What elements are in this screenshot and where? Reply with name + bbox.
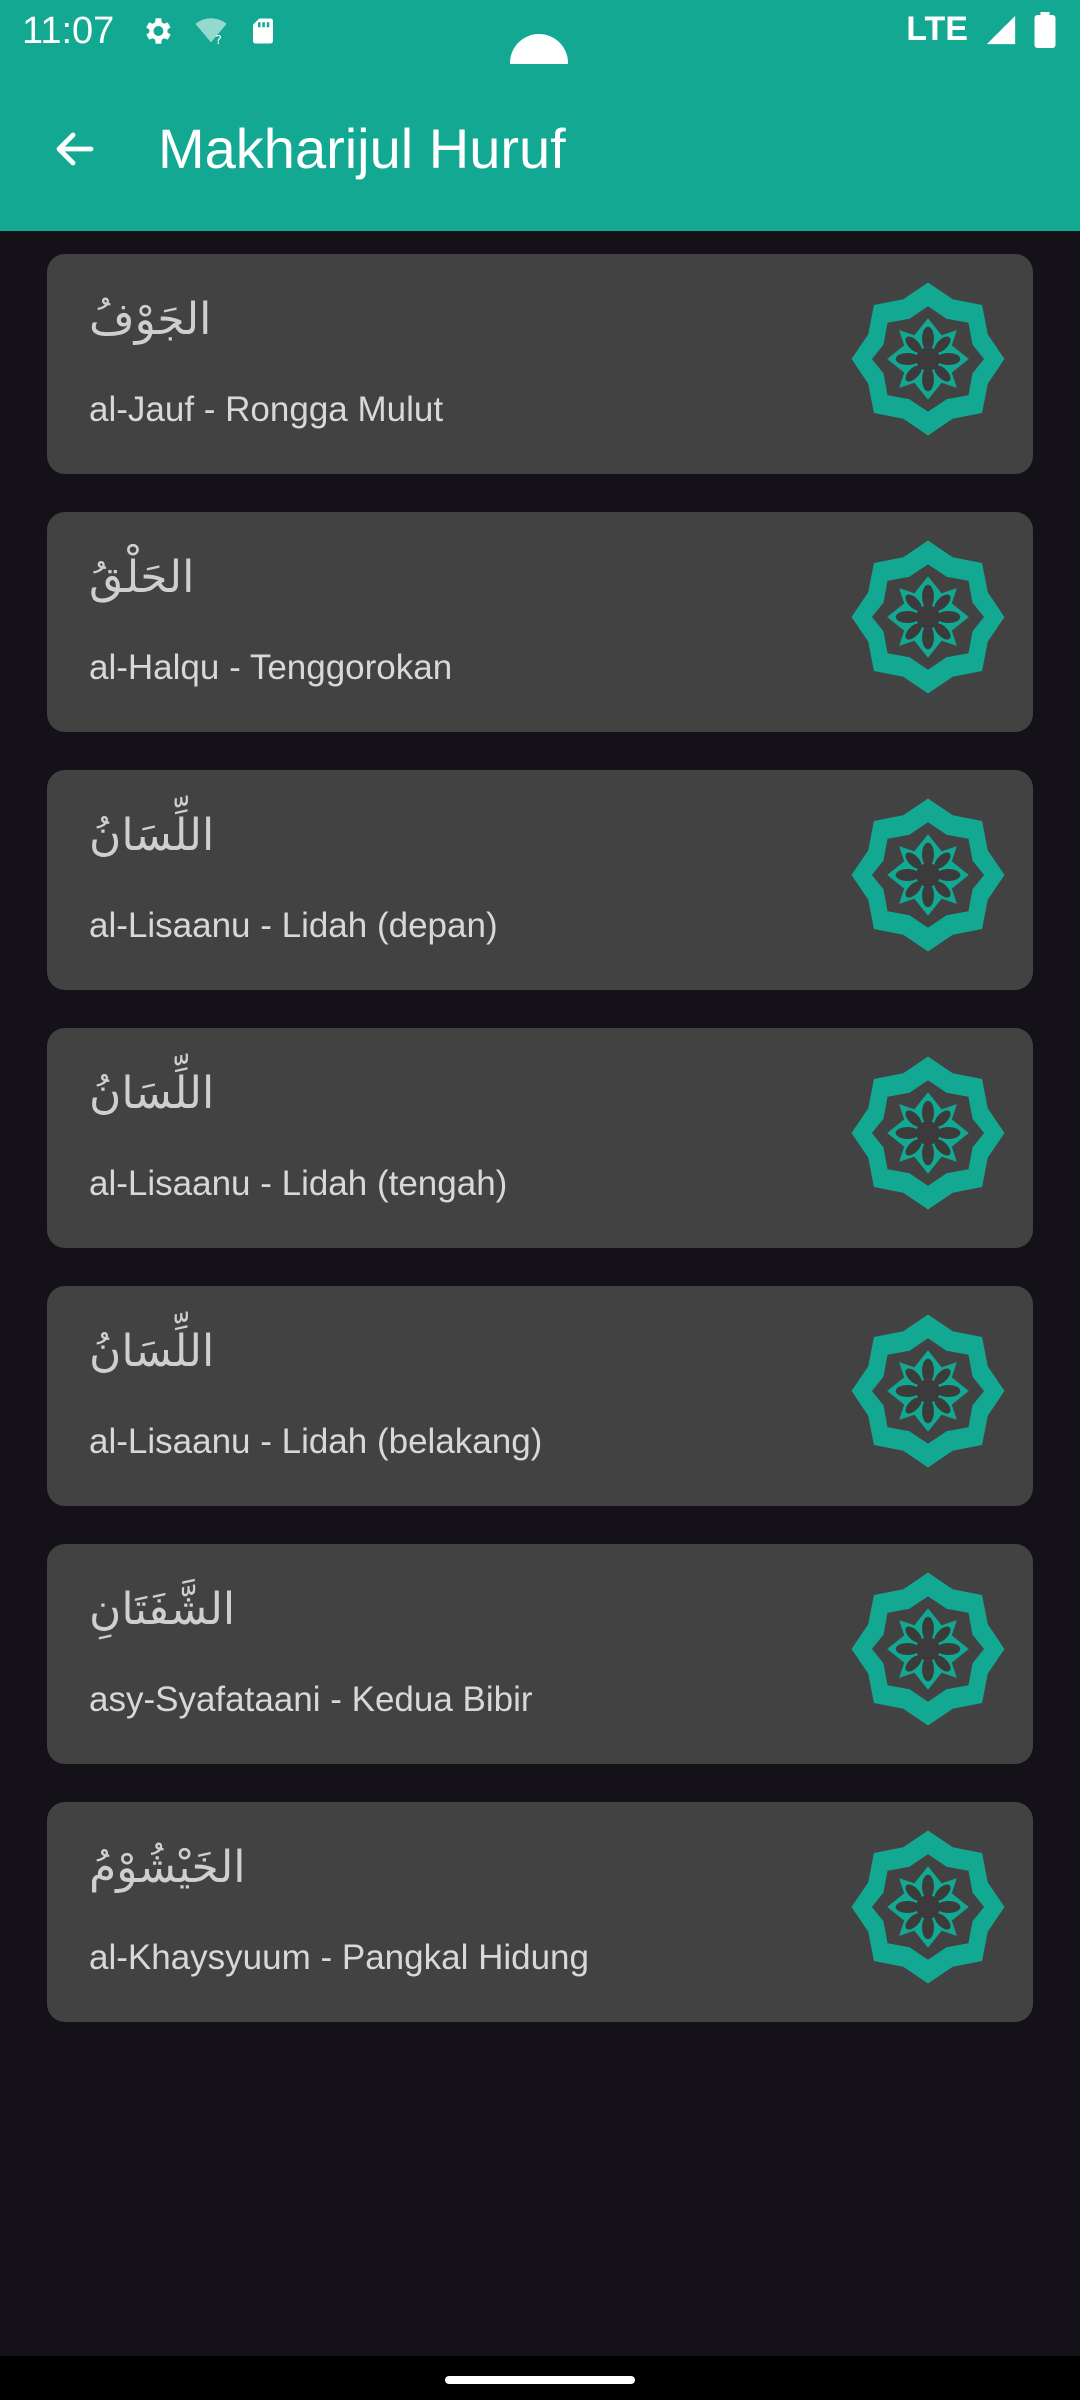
arabic-title: الحَلْقُ [89, 552, 195, 603]
islamic-star-icon [851, 282, 1005, 436]
battery-icon [1034, 11, 1056, 48]
back-button[interactable] [40, 114, 110, 184]
page-title: Makharijul Huruf [158, 117, 566, 180]
item-label: al-Halqu - Tenggorokan [89, 648, 453, 687]
status-time: 11:07 [22, 10, 115, 52]
list-item-al-halqu[interactable]: الحَلْقُ al-Halqu - Tenggorokan [47, 512, 1033, 732]
item-label: al-Lisaanu - Lidah (belakang) [89, 1422, 543, 1461]
list-item-al-lisaanu-depan[interactable]: اللِّسَانُ al-Lisaanu - Lidah (depan) [47, 770, 1033, 990]
arabic-title: اللِّسَانُ [89, 810, 215, 861]
arrow-left-icon [56, 132, 94, 166]
svg-text:?: ? [215, 33, 222, 48]
list-item-al-khaysyuum[interactable]: الخَيْشُوْمُ al-Khaysyuum - Pangkal Hidu… [47, 1802, 1033, 2022]
wifi-unknown-icon: ? [195, 18, 227, 48]
list-item-al-jauf[interactable]: الجَوْفُ al-Jauf - Rongga Mulut [47, 254, 1033, 474]
islamic-star-icon [851, 798, 1005, 952]
arabic-title: الخَيْشُوْمُ [89, 1842, 246, 1893]
item-label: asy-Syafataani - Kedua Bibir [89, 1680, 533, 1719]
islamic-star-icon [851, 1830, 1005, 1984]
network-type-label: LTE [906, 10, 968, 48]
status-icons-left: ? [140, 14, 278, 48]
makharij-list: الجَوْفُ al-Jauf - Rongga Mulut الحَلْقُ… [47, 254, 1033, 2060]
arabic-title: الشَّفَتَانِ [89, 1584, 236, 1635]
list-item-al-lisaanu-belakang[interactable]: اللِّسَانُ al-Lisaanu - Lidah (belakang) [47, 1286, 1033, 1506]
islamic-star-icon [851, 1314, 1005, 1468]
item-label: al-Khaysyuum - Pangkal Hidung [89, 1938, 589, 1977]
status-bar: 11:07 ? LTE [0, 0, 1080, 92]
arabic-title: اللِّسَانُ [89, 1068, 215, 1119]
islamic-star-icon [851, 540, 1005, 694]
list-item-asy-syafataani[interactable]: الشَّفَتَانِ asy-Syafataani - Kedua Bibi… [47, 1544, 1033, 1764]
item-label: al-Lisaanu - Lidah (depan) [89, 906, 498, 945]
status-icons-right: LTE [906, 10, 1056, 49]
arabic-title: اللِّسَانُ [89, 1326, 215, 1377]
item-label: al-Lisaanu - Lidah (tengah) [89, 1164, 508, 1203]
item-label: al-Jauf - Rongga Mulut [89, 390, 444, 429]
arabic-title: الجَوْفُ [89, 294, 212, 345]
sd-card-icon [253, 18, 273, 44]
home-indicator[interactable] [445, 2376, 635, 2384]
gear-icon [146, 18, 171, 44]
islamic-star-icon [851, 1056, 1005, 1210]
list-item-al-lisaanu-tengah[interactable]: اللِّسَانُ al-Lisaanu - Lidah (tengah) [47, 1028, 1033, 1248]
app-bar: Makharijul Huruf [0, 64, 1080, 231]
islamic-star-icon [851, 1572, 1005, 1726]
signal-icon [986, 15, 1016, 44]
